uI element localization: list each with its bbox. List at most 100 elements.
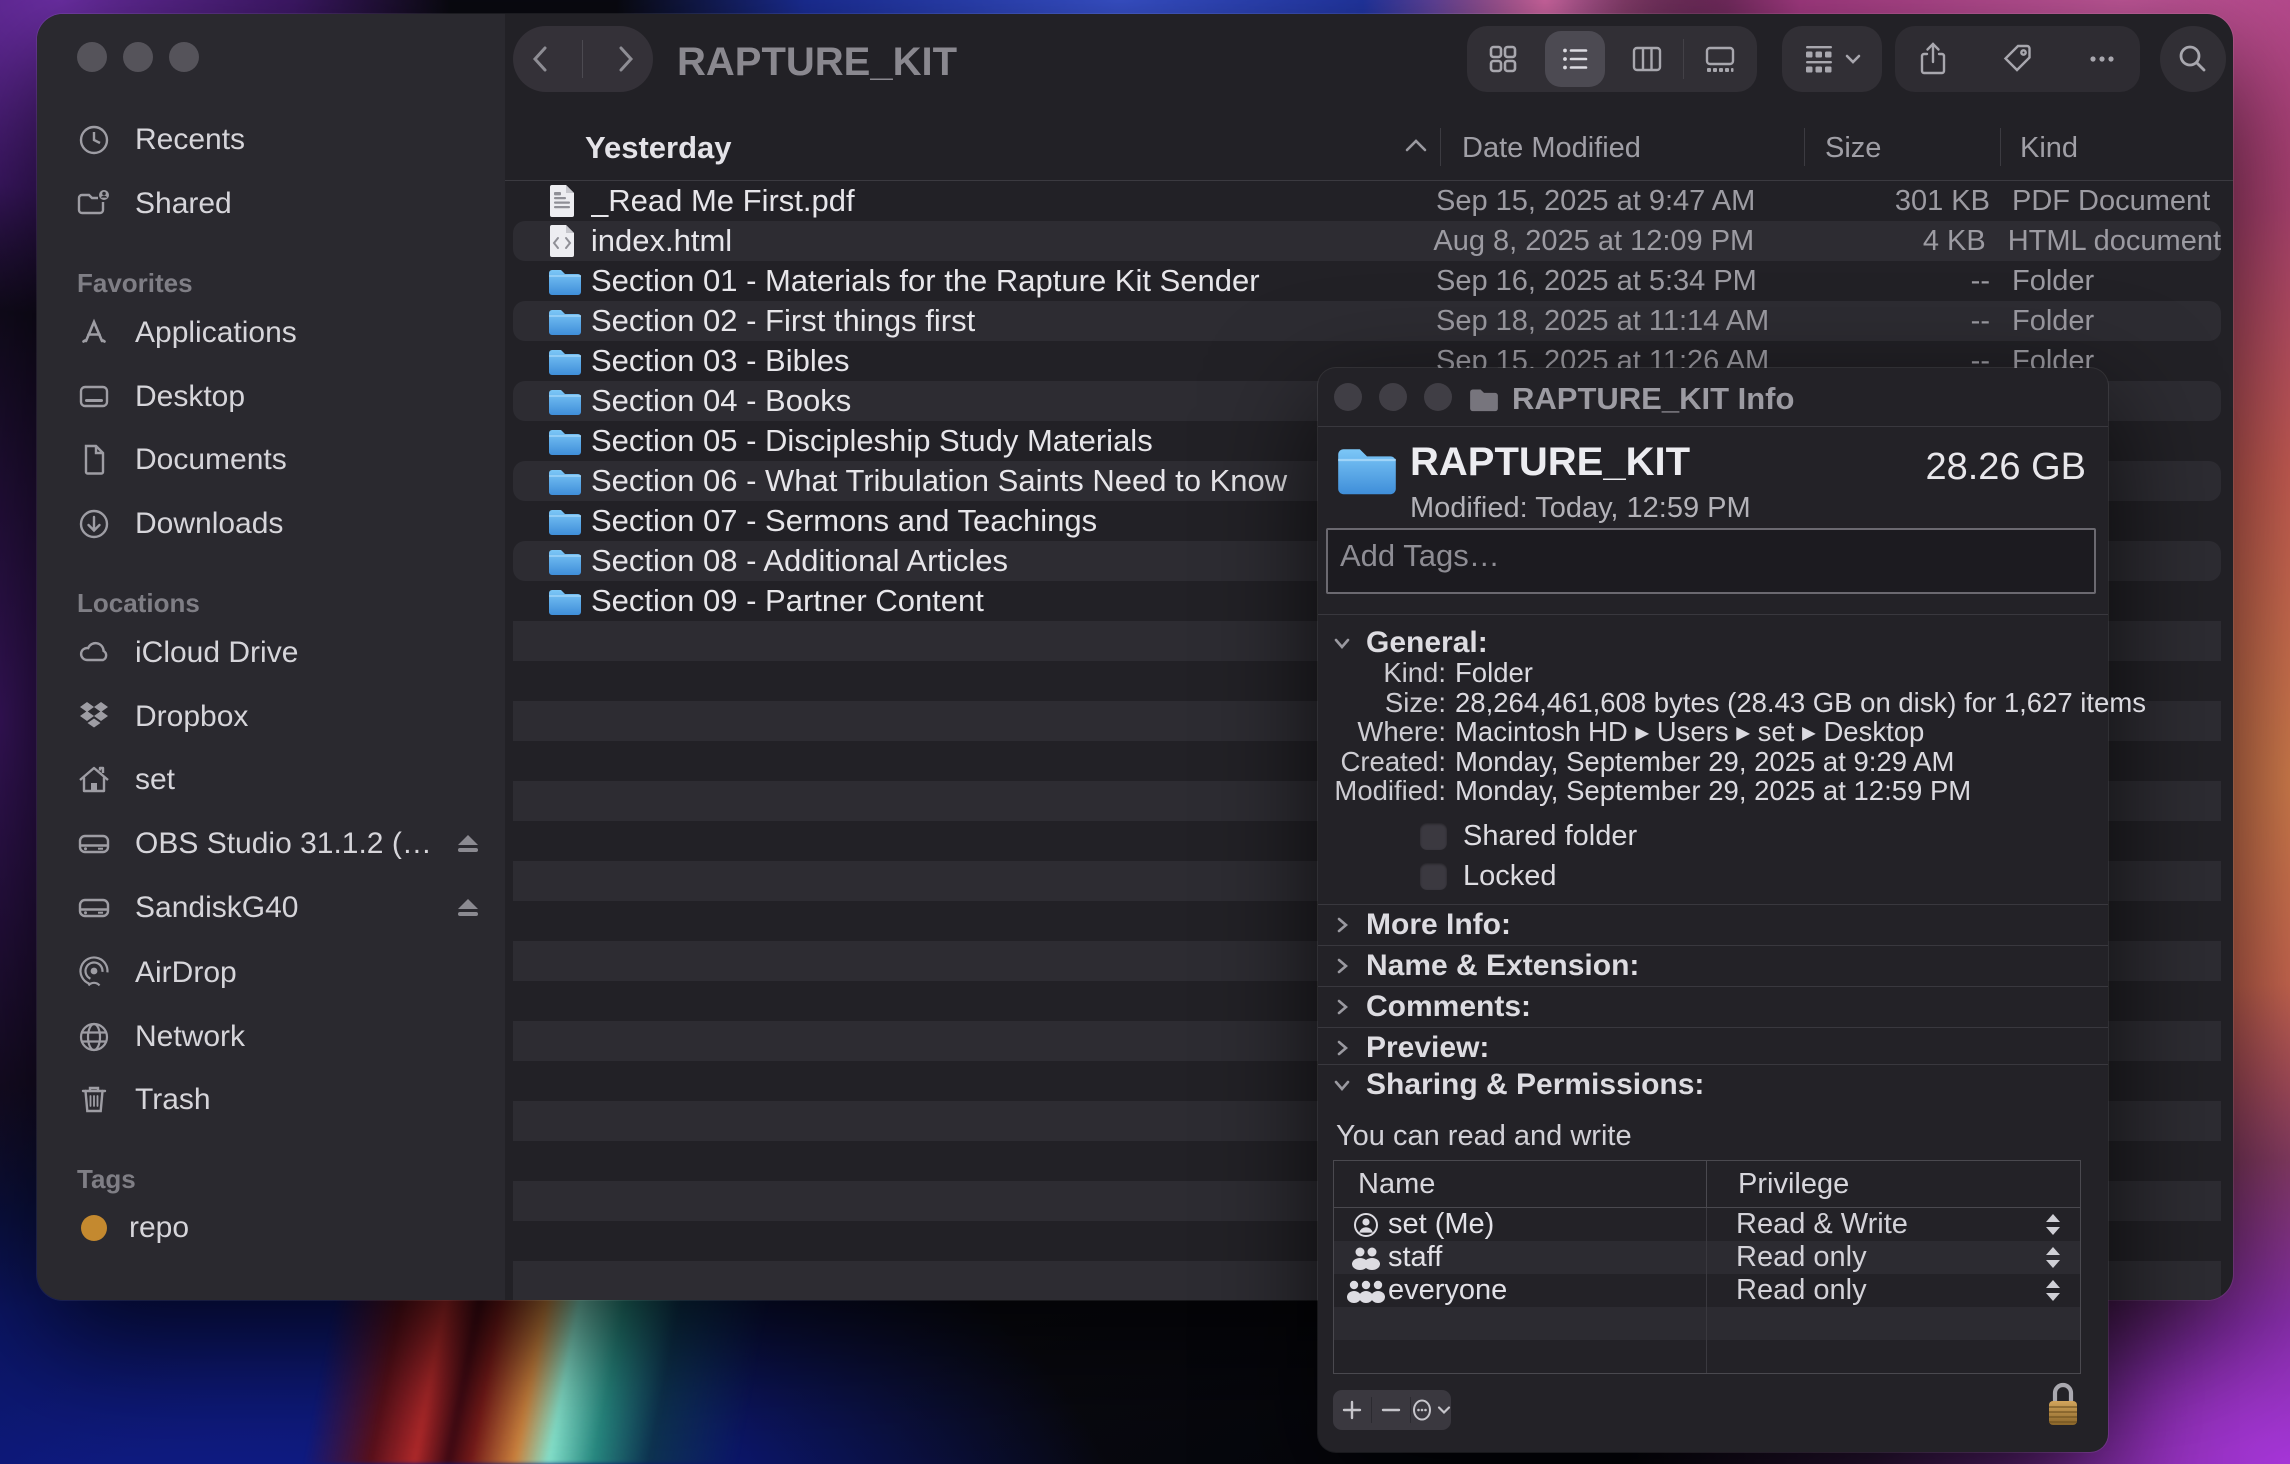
folder-icon <box>547 386 583 416</box>
sidebar-item-trash[interactable]: Trash <box>75 1068 495 1132</box>
permission-row-empty <box>1334 1340 2080 1373</box>
zoom-button[interactable] <box>169 42 199 72</box>
permission-privilege[interactable]: Read & Write <box>1706 1208 2046 1241</box>
detail-row: Modified: Monday, September 29, 2025 at … <box>1318 776 2094 806</box>
minimize-button[interactable] <box>1379 383 1407 411</box>
section-label: More Info: <box>1366 908 1511 942</box>
harddrive-icon <box>75 825 113 863</box>
column-view-button[interactable] <box>1611 26 1683 92</box>
sidebar-item-label: Documents <box>135 443 287 477</box>
lock-icon[interactable] <box>2044 1376 2082 1432</box>
eject-icon[interactable] <box>455 831 481 857</box>
column-divider[interactable] <box>1804 128 1805 166</box>
sidebar-item-downloads[interactable]: Downloads <box>75 492 495 556</box>
more-ellipsis-icon[interactable] <box>2085 42 2119 76</box>
share-icon[interactable] <box>1916 41 1950 77</box>
close-button[interactable] <box>77 42 107 72</box>
minimize-button[interactable] <box>123 42 153 72</box>
info-window: RAPTURE_KIT Info RAPTURE_KIT 28.26 GB Mo… <box>1318 368 2108 1452</box>
icon-view-button[interactable] <box>1467 26 1539 92</box>
sidebar-item-shared[interactable]: Shared <box>75 172 495 236</box>
add-tags-input[interactable] <box>1326 528 2096 594</box>
sidebar-item-desktop[interactable]: Desktop <box>75 365 495 429</box>
sidebar-item-obs-volume[interactable]: OBS Studio 31.1.2 (Ap… <box>75 812 495 876</box>
permission-row-empty <box>1334 1307 2080 1340</box>
sidebar-item-dropbox[interactable]: Dropbox <box>75 685 495 749</box>
globe-icon <box>75 1018 113 1056</box>
tag-icon[interactable] <box>2000 42 2034 76</box>
privilege-stepper-icon[interactable] <box>2046 1280 2060 1301</box>
zoom-button[interactable] <box>1424 383 1452 411</box>
gallery-view-button[interactable] <box>1684 26 1756 92</box>
sidebar-item-label: Trash <box>135 1083 211 1117</box>
file-kind: Folder <box>2012 265 2221 298</box>
shared-folder-checkbox-row[interactable]: Shared folder <box>1420 820 1637 853</box>
file-date-modified: Aug 8, 2025 at 12:09 PM <box>1433 225 1796 258</box>
info-section-toggle[interactable]: Comments: <box>1318 986 2108 1027</box>
checkbox-unchecked[interactable] <box>1420 863 1447 890</box>
column-header-date[interactable]: Date Modified <box>1462 132 1641 165</box>
sidebar-item-recents[interactable]: Recents <box>75 108 495 172</box>
sidebar-item-label: OBS Studio 31.1.2 (Ap… <box>135 827 433 861</box>
perm-column-name: Name <box>1334 1168 1706 1201</box>
general-section-header[interactable]: General: <box>1332 626 1488 660</box>
sidebar-item-home-set[interactable]: set <box>75 748 495 812</box>
three-people-icon <box>1344 1277 1388 1305</box>
permissions-edit-buttons <box>1333 1390 1451 1430</box>
tag-color-dot <box>81 1215 107 1241</box>
folder-icon <box>547 506 583 536</box>
more-actions-button[interactable] <box>1411 1390 1451 1430</box>
sidebar-item-icloud-drive[interactable]: iCloud Drive <box>75 621 495 685</box>
privilege-stepper-icon[interactable] <box>2046 1247 2060 1268</box>
sidebar-item-applications[interactable]: Applications <box>75 301 495 365</box>
sidebar-item-sandisk-volume[interactable]: SandiskG40 <box>75 876 495 940</box>
info-section-toggle[interactable]: More Info: <box>1318 904 2108 945</box>
info-section-toggle[interactable]: Preview: <box>1318 1027 2108 1068</box>
group-header-label[interactable]: Yesterday <box>585 130 732 166</box>
permission-row-me[interactable]: set (Me) Read & Write <box>1334 1208 2080 1241</box>
permission-row-everyone[interactable]: everyone Read only <box>1334 1274 2080 1307</box>
column-header-kind[interactable]: Kind <box>2020 132 2078 165</box>
locked-checkbox-row[interactable]: Locked <box>1420 860 1557 893</box>
column-divider[interactable] <box>1440 128 1441 166</box>
chevron-down-icon <box>1844 50 1862 68</box>
sidebar-item-tag-repo[interactable]: repo <box>75 1196 495 1260</box>
file-size: 301 KB <box>1800 185 2012 218</box>
file-name: Section 03 - Bibles <box>591 343 1436 379</box>
eject-icon[interactable] <box>455 895 481 921</box>
column-divider[interactable] <box>2000 128 2001 166</box>
detail-label: Where: <box>1318 717 1446 747</box>
sharing-permissions-header[interactable]: Sharing & Permissions: <box>1318 1064 2108 1105</box>
back-chevron-icon[interactable] <box>526 42 556 76</box>
file-row[interactable]: Section 02 - First things first Sep 18, … <box>513 301 2221 341</box>
file-row[interactable]: _Read Me First.pdf Sep 15, 2025 at 9:47 … <box>513 181 2221 221</box>
trash-icon <box>75 1081 113 1119</box>
file-row[interactable]: index.html Aug 8, 2025 at 12:09 PM 4 KB … <box>513 221 2221 261</box>
forward-chevron-icon[interactable] <box>610 42 640 76</box>
file-size: -- <box>1800 305 2012 338</box>
permission-privilege[interactable]: Read only <box>1706 1274 2046 1307</box>
column-header-size[interactable]: Size <box>1825 132 1881 165</box>
search-button[interactable] <box>2160 26 2226 92</box>
add-permission-button[interactable] <box>1333 1390 1371 1430</box>
chevron-down-icon <box>1437 1403 1451 1417</box>
privilege-stepper-icon[interactable] <box>2046 1214 2060 1235</box>
info-window-title: RAPTURE_KIT Info <box>1512 381 1794 417</box>
sidebar-item-network[interactable]: Network <box>75 1005 495 1069</box>
remove-permission-button[interactable] <box>1372 1390 1410 1430</box>
finder-toolbar: RAPTURE_KIT <box>505 14 2233 114</box>
permission-privilege[interactable]: Read only <box>1706 1241 2046 1274</box>
checkbox-unchecked[interactable] <box>1420 823 1447 850</box>
group-by-button[interactable] <box>1782 26 1882 92</box>
permission-row-staff[interactable]: staff Read only <box>1334 1241 2080 1274</box>
info-section-toggle[interactable]: Name & Extension: <box>1318 945 2108 986</box>
permissions-table-header: Name Privilege <box>1334 1161 2080 1208</box>
sidebar-item-airdrop[interactable]: AirDrop <box>75 941 495 1005</box>
list-view-button[interactable] <box>1539 26 1611 92</box>
folder-icon <box>547 306 583 336</box>
sidebar-item-label: set <box>135 763 175 797</box>
file-row[interactable]: Section 01 - Materials for the Rapture K… <box>513 261 2221 301</box>
close-button[interactable] <box>1334 383 1362 411</box>
table-column-divider <box>1706 1274 1707 1307</box>
sidebar-item-documents[interactable]: Documents <box>75 428 495 492</box>
